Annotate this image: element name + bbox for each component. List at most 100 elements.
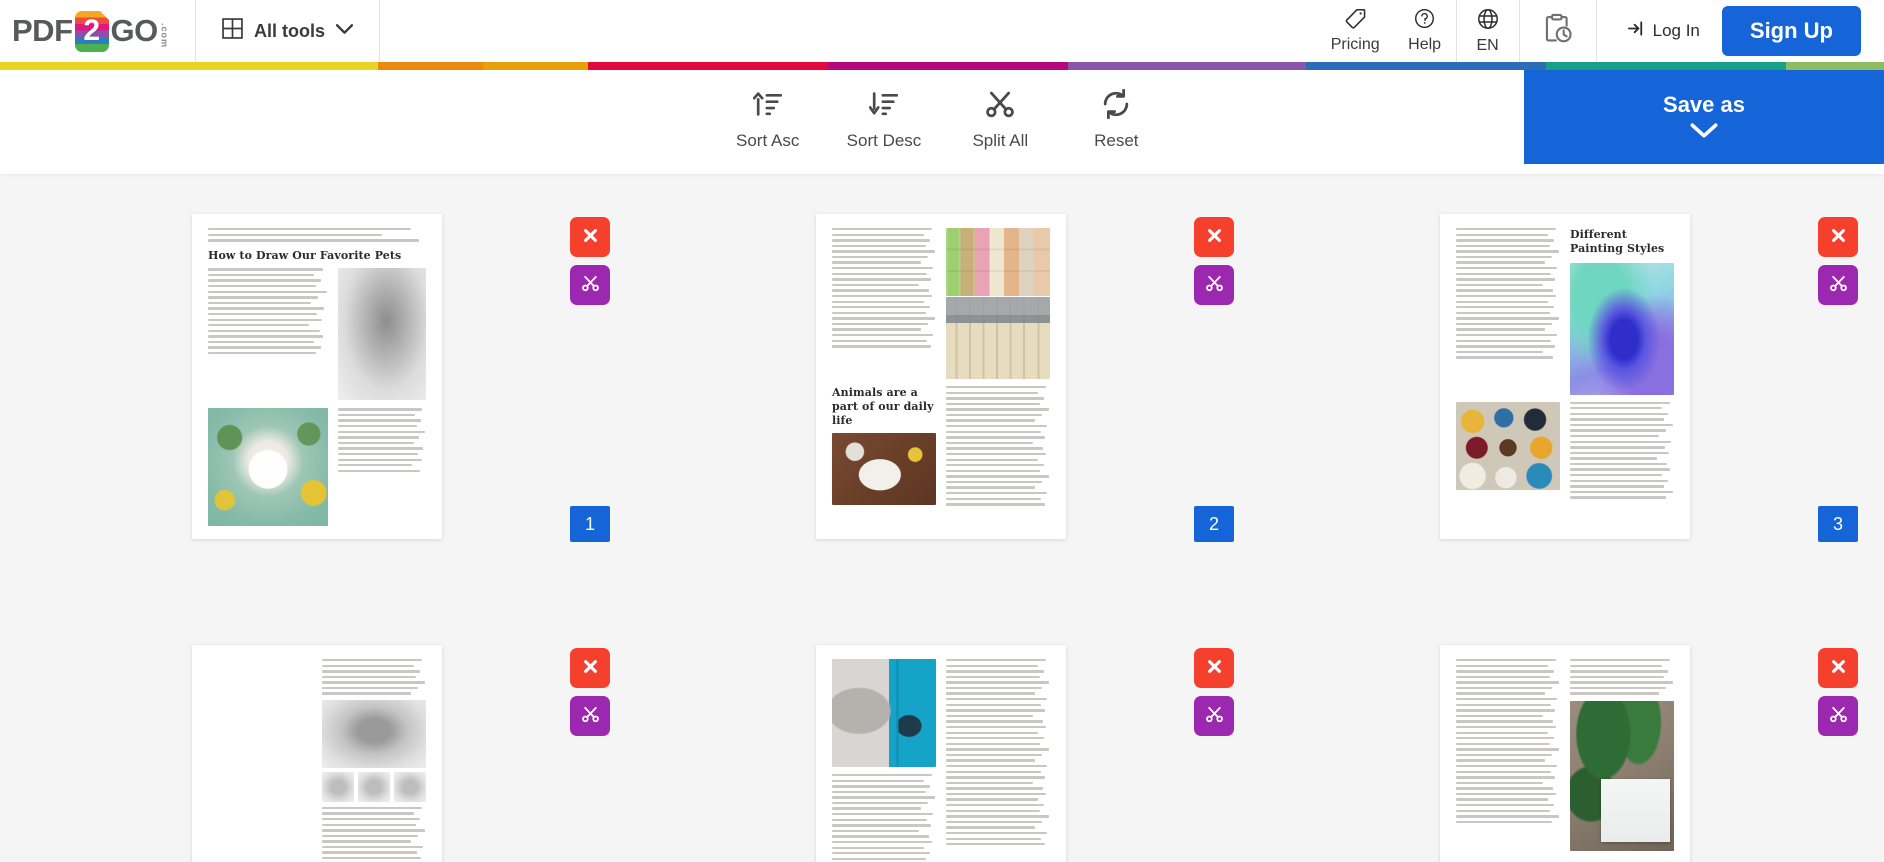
page-content: How to Draw Our Favorite Pets: [192, 214, 442, 539]
page-actions: [1194, 217, 1234, 305]
toolbar-sort-asc-button[interactable]: Sort Asc: [731, 89, 805, 151]
color-bar-segment: [828, 62, 1068, 70]
page-text-block: [832, 228, 936, 348]
toolbar-split-all-button[interactable]: Split All: [963, 89, 1037, 151]
page-content: [192, 645, 442, 862]
delete-page-button[interactable]: [1818, 648, 1858, 688]
pricing-link[interactable]: Pricing: [1317, 0, 1394, 62]
delete-page-button[interactable]: [570, 648, 610, 688]
scissors-icon: [1205, 705, 1224, 727]
page-text-block: [1456, 659, 1560, 824]
color-bar-segment: [1786, 62, 1884, 70]
login-button[interactable]: Log In: [1597, 0, 1722, 62]
page-actions: [1818, 217, 1858, 305]
all-tools-menu[interactable]: All tools: [196, 0, 380, 62]
logo-text-pdf: PDF: [12, 13, 73, 48]
toolbar-reset-label: Reset: [1094, 131, 1139, 150]
close-icon: [582, 227, 599, 247]
close-icon: [1206, 658, 1223, 678]
pricing-label: Pricing: [1330, 36, 1380, 53]
page-text-block: [1570, 401, 1674, 499]
refresh-icon: [1101, 88, 1131, 124]
brand-color-bar: [0, 62, 1884, 70]
login-label: Log In: [1652, 21, 1700, 40]
page-thumbnail[interactable]: [1440, 645, 1690, 862]
page-cell: Different Painting Styles 3: [1440, 214, 1884, 542]
toolbar-sort-desc-label: Sort Desc: [846, 131, 922, 150]
globe-icon: [1477, 8, 1499, 35]
sort-descending-icon: [868, 89, 899, 124]
header-spacer: [380, 0, 1317, 62]
page-heading: Different Painting Styles: [1570, 228, 1665, 255]
scissors-icon: [581, 274, 600, 296]
language-selector[interactable]: EN: [1457, 0, 1519, 62]
recent-files-button[interactable]: [1520, 0, 1596, 62]
delete-page-button[interactable]: [1194, 217, 1234, 257]
page-number-badge: 2: [1194, 506, 1234, 542]
color-bar-segment: [378, 62, 483, 70]
split-page-button[interactable]: [1818, 265, 1858, 305]
page-thumbnail[interactable]: [192, 645, 442, 862]
chevron-down-icon: [1689, 122, 1719, 142]
close-icon: [582, 658, 599, 678]
page-toolbar: Sort Asc Sort Desc Split All Reset Save …: [0, 70, 1884, 174]
color-bar-segment: [483, 62, 588, 70]
split-page-button[interactable]: [570, 265, 610, 305]
color-bar-segment: [192, 62, 378, 70]
signup-button[interactable]: Sign Up: [1721, 6, 1861, 56]
page-text-block: [322, 659, 426, 695]
page-cell: How to Draw Our Favorite Pets 1: [192, 214, 816, 542]
save-as-label: Save as: [1663, 92, 1745, 117]
page-heading: Animals are a part of our daily life: [832, 386, 934, 427]
toolbar-actions: Sort Asc Sort Desc Split All Reset: [731, 88, 1154, 155]
split-page-button[interactable]: [1818, 696, 1858, 736]
scissors-icon: [985, 89, 1015, 124]
page-text-block: [338, 408, 426, 473]
page-number-badge: 1: [570, 506, 610, 542]
toolbar-sort-desc-button[interactable]: Sort Desc: [846, 89, 922, 151]
language-label: EN: [1476, 36, 1499, 54]
save-as-button[interactable]: Save as: [1524, 70, 1884, 164]
page-actions: [570, 217, 610, 305]
tag-icon: [1345, 8, 1366, 34]
page-thumbnail[interactable]: How to Draw Our Favorite Pets: [192, 214, 442, 539]
page-cell: Animals are a part of our daily life 2: [816, 214, 1440, 542]
page-heading: How to Draw Our Favorite Pets: [208, 248, 402, 262]
page-cell: 5: [816, 645, 1440, 862]
help-label: Help: [1408, 36, 1442, 53]
scissors-icon: [581, 705, 600, 727]
logo[interactable]: PDF 2 GO .com: [0, 0, 196, 62]
help-link[interactable]: Help: [1394, 0, 1456, 62]
scissors-icon: [1205, 274, 1224, 296]
chevron-down-icon: [335, 22, 354, 40]
toolbar-reset-button[interactable]: Reset: [1079, 88, 1153, 151]
logo-suffix: .com: [159, 23, 170, 49]
app-header: PDF 2 GO .com All tools Pricing Help EN …: [0, 0, 1884, 62]
question-circle-icon: [1414, 8, 1435, 34]
close-icon: [1830, 227, 1847, 247]
all-tools-label: All tools: [254, 20, 325, 41]
split-page-button[interactable]: [570, 696, 610, 736]
split-page-button[interactable]: [1194, 265, 1234, 305]
close-icon: [1830, 658, 1847, 678]
page-text-block: [322, 806, 426, 860]
page-thumbnail[interactable]: [816, 645, 1066, 862]
page-text-block: [1456, 228, 1560, 359]
delete-page-button[interactable]: [1194, 648, 1234, 688]
delete-page-button[interactable]: [1818, 217, 1858, 257]
grid-icon: [222, 18, 243, 44]
color-bar-segment: [0, 62, 192, 70]
page-number-badge: 3: [1818, 506, 1858, 542]
color-bar-segment: [1068, 62, 1306, 70]
page-thumbnail[interactable]: Different Painting Styles: [1440, 214, 1690, 539]
delete-page-button[interactable]: [570, 217, 610, 257]
page-content: Animals are a part of our daily life: [816, 214, 1066, 539]
page-text-block: [208, 268, 328, 355]
toolbar-split-all-label: Split All: [972, 131, 1029, 150]
scissors-icon: [1829, 705, 1848, 727]
split-page-button[interactable]: [1194, 696, 1234, 736]
page-actions: [570, 648, 610, 736]
page-actions: [1818, 648, 1858, 736]
scissors-icon: [1829, 274, 1848, 296]
page-thumbnail[interactable]: Animals are a part of our daily life: [816, 214, 1066, 539]
